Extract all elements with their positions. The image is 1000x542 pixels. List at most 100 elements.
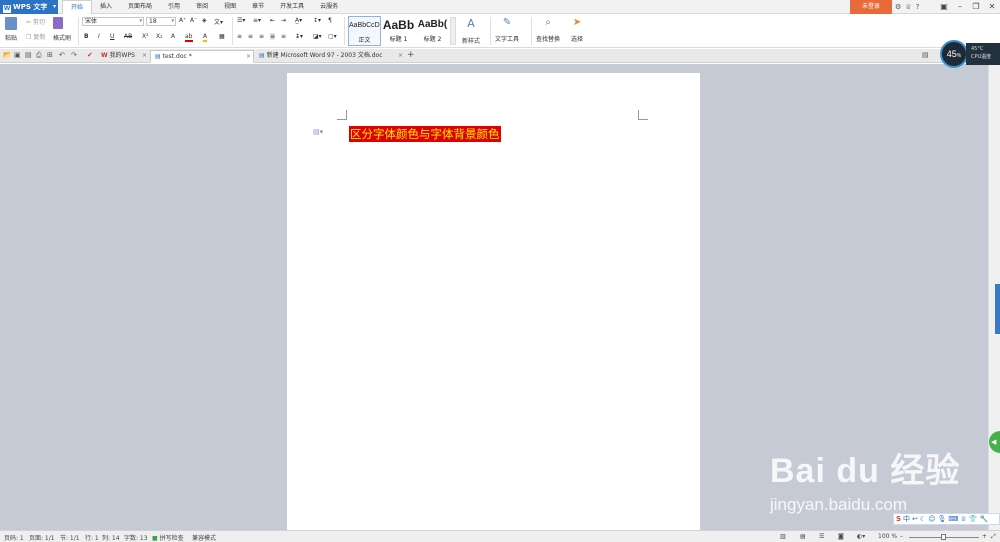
redo-icon[interactable]: ↷ bbox=[71, 51, 77, 59]
zoom-out-icon[interactable]: – bbox=[900, 533, 903, 540]
grow-font-button[interactable]: A⁺ bbox=[179, 17, 186, 24]
skin-icon[interactable]: ♕ bbox=[961, 515, 967, 523]
outline-view-icon[interactable]: ☰ bbox=[819, 533, 824, 540]
open-icon[interactable]: 📂 bbox=[3, 51, 12, 59]
sort-icon[interactable]: ↕▾ bbox=[313, 17, 321, 24]
tab-page-layout[interactable]: 页面布局 bbox=[120, 0, 160, 14]
chinese-layout-icon[interactable]: A̲▾ bbox=[295, 17, 302, 24]
status-section[interactable]: 节: 1/1 bbox=[60, 533, 80, 542]
highlighted-text[interactable]: 区分字体颜色与字体背景颜色 bbox=[349, 126, 501, 142]
select-button[interactable]: ➤ 选择 bbox=[571, 17, 583, 43]
zoom-in-icon[interactable]: + bbox=[982, 533, 987, 540]
export-pdf-icon[interactable]: ▤ bbox=[25, 51, 32, 59]
line-spacing-icon[interactable]: ↨▾ bbox=[295, 33, 303, 40]
spell-check-toggle[interactable]: ■ 拼写检查 bbox=[152, 533, 184, 542]
cpu-widget[interactable]: 45% 45°C CPU温度 bbox=[940, 40, 1000, 68]
copy-button[interactable]: ❐ 复制 bbox=[26, 32, 45, 41]
fit-icon[interactable]: ⤢ bbox=[991, 533, 996, 541]
ribbon-toggle-icon[interactable]: ▣ bbox=[936, 0, 952, 14]
close-icon[interactable]: × bbox=[246, 51, 251, 63]
close-icon[interactable]: × bbox=[398, 50, 403, 62]
document-page[interactable]: ▤▾ 区分字体颜色与字体背景颜色 bbox=[287, 73, 700, 530]
web-view-icon[interactable]: ◙ bbox=[838, 533, 844, 540]
font-size-select[interactable]: 18 ▾ bbox=[146, 17, 176, 26]
font-name-select[interactable]: 宋体 ▾ bbox=[82, 17, 144, 26]
minimize-icon[interactable]: – bbox=[952, 0, 968, 14]
bullet-list-icon[interactable]: ☰▾ bbox=[237, 17, 245, 24]
app-menu-button[interactable]: W WPS 文字 ▾ bbox=[0, 0, 58, 14]
tab-home[interactable]: 开始 bbox=[62, 0, 93, 15]
punctuation-icon[interactable]: ↩ bbox=[912, 515, 918, 523]
borders-icon[interactable]: ▢▾ bbox=[328, 33, 337, 40]
underline-button[interactable]: U bbox=[110, 33, 114, 40]
numbered-list-icon[interactable]: ≡▾ bbox=[253, 17, 261, 24]
tab-section[interactable]: 章节 bbox=[244, 0, 272, 14]
new-style-button[interactable]: A 新样式 bbox=[462, 17, 480, 45]
status-page-number[interactable]: 页码: 1 bbox=[4, 533, 24, 542]
shirt-icon[interactable]: 👕 bbox=[969, 515, 978, 523]
print-icon[interactable]: ⎙ bbox=[36, 51, 42, 60]
find-replace-button[interactable]: ⌕ 查找替换 bbox=[536, 17, 560, 43]
zoom-level[interactable]: 100 % bbox=[878, 533, 897, 540]
restore-icon[interactable]: ❐ bbox=[968, 0, 984, 14]
eye-protect-icon[interactable]: ◐▾ bbox=[857, 533, 865, 540]
status-pages[interactable]: 页面: 1/1 bbox=[29, 533, 55, 542]
tab-test-doc[interactable]: ▤ test.doc * × bbox=[150, 50, 254, 63]
tab-developer[interactable]: 开发工具 bbox=[272, 0, 312, 14]
increase-indent-icon[interactable]: ⇥ bbox=[281, 17, 286, 24]
phonetic-icon[interactable]: 文▾ bbox=[214, 17, 223, 26]
ime-toolbar[interactable]: S 中 ↩ ☾ ☺ 🎙 ⌨ ♕ 👕 🔧 bbox=[893, 513, 1000, 525]
text-tools-button[interactable]: ✎ 文字工具 bbox=[495, 17, 519, 43]
mic-icon[interactable]: 🎙 bbox=[938, 515, 947, 523]
align-right-icon[interactable]: ≡ bbox=[259, 33, 264, 40]
styles-scroll-button[interactable] bbox=[450, 17, 456, 45]
subscript-button[interactable]: X₂ bbox=[156, 33, 163, 40]
chinese-mode-icon[interactable]: 中 bbox=[903, 514, 910, 524]
clear-format-icon[interactable]: ◈ bbox=[202, 17, 207, 24]
font-color-button[interactable]: A bbox=[203, 33, 208, 42]
moon-icon[interactable]: ☾ bbox=[920, 515, 926, 523]
pin-icon[interactable]: ✔ bbox=[87, 51, 93, 59]
preview-icon[interactable]: ⊞ bbox=[47, 51, 53, 59]
distribute-icon[interactable]: ≡ bbox=[281, 33, 286, 40]
tab-insert[interactable]: 插入 bbox=[92, 0, 120, 14]
tab-review[interactable]: 审阅 bbox=[188, 0, 216, 14]
highlight-color-button[interactable]: ab bbox=[185, 33, 193, 42]
paragraph-layout-icon[interactable]: ▤▾ bbox=[313, 128, 323, 136]
zoom-slider-thumb[interactable] bbox=[941, 534, 946, 540]
close-icon[interactable]: × bbox=[142, 50, 147, 62]
shading-icon[interactable]: ◪▾ bbox=[313, 33, 322, 40]
save-icon[interactable]: ▣ bbox=[14, 51, 21, 59]
style-heading-1[interactable]: AaBb 标题 1 bbox=[382, 16, 415, 46]
new-tab-icon[interactable]: + bbox=[407, 50, 415, 60]
status-word-count[interactable]: 字数: 13 bbox=[124, 533, 148, 542]
side-panel-handle[interactable] bbox=[995, 284, 1000, 334]
close-icon[interactable]: ✕ bbox=[984, 0, 1000, 14]
status-line[interactable]: 行: 1 bbox=[85, 533, 99, 542]
bold-button[interactable]: B bbox=[84, 33, 89, 40]
help-icon[interactable]: ? bbox=[916, 3, 920, 11]
align-left-icon[interactable]: ≡ bbox=[237, 33, 242, 40]
tab-cloud[interactable]: 云服务 bbox=[312, 0, 346, 14]
align-center-icon[interactable]: ≡ bbox=[248, 33, 253, 40]
emoji-icon[interactable]: ☺ bbox=[928, 515, 935, 523]
italic-button[interactable]: I bbox=[98, 33, 100, 40]
decrease-indent-icon[interactable]: ⇤ bbox=[270, 17, 275, 24]
tab-new-word-doc[interactable]: ▤ 新建 Microsoft Word 97 - 2003 文档.doc × bbox=[255, 50, 405, 63]
shrink-font-button[interactable]: A⁻ bbox=[190, 17, 197, 24]
keyboard-icon[interactable]: ⌨ bbox=[948, 515, 958, 523]
undo-icon[interactable]: ↶ bbox=[59, 51, 65, 59]
style-normal[interactable]: AaBbCcDd 正文 bbox=[348, 16, 381, 46]
style-heading-2[interactable]: AaBb( 标题 2 bbox=[416, 16, 449, 46]
login-button[interactable]: 未登录 bbox=[850, 0, 892, 14]
show-marks-icon[interactable]: ¶ bbox=[328, 17, 332, 24]
format-painter-button[interactable]: 格式刷 bbox=[53, 17, 71, 42]
char-shading-icon[interactable]: ▦ bbox=[219, 33, 225, 40]
tab-view[interactable]: 视图 bbox=[216, 0, 244, 14]
skin-icon[interactable]: ♕ bbox=[905, 3, 911, 11]
paste-button[interactable]: 粘贴 bbox=[5, 17, 17, 42]
tab-my-wps[interactable]: W 我的WPS × bbox=[97, 50, 149, 63]
cut-button[interactable]: ✂ 剪切 bbox=[26, 17, 45, 26]
settings-icon[interactable]: ⚙ bbox=[895, 3, 901, 11]
read-mode-icon[interactable]: ▥ bbox=[780, 533, 786, 540]
